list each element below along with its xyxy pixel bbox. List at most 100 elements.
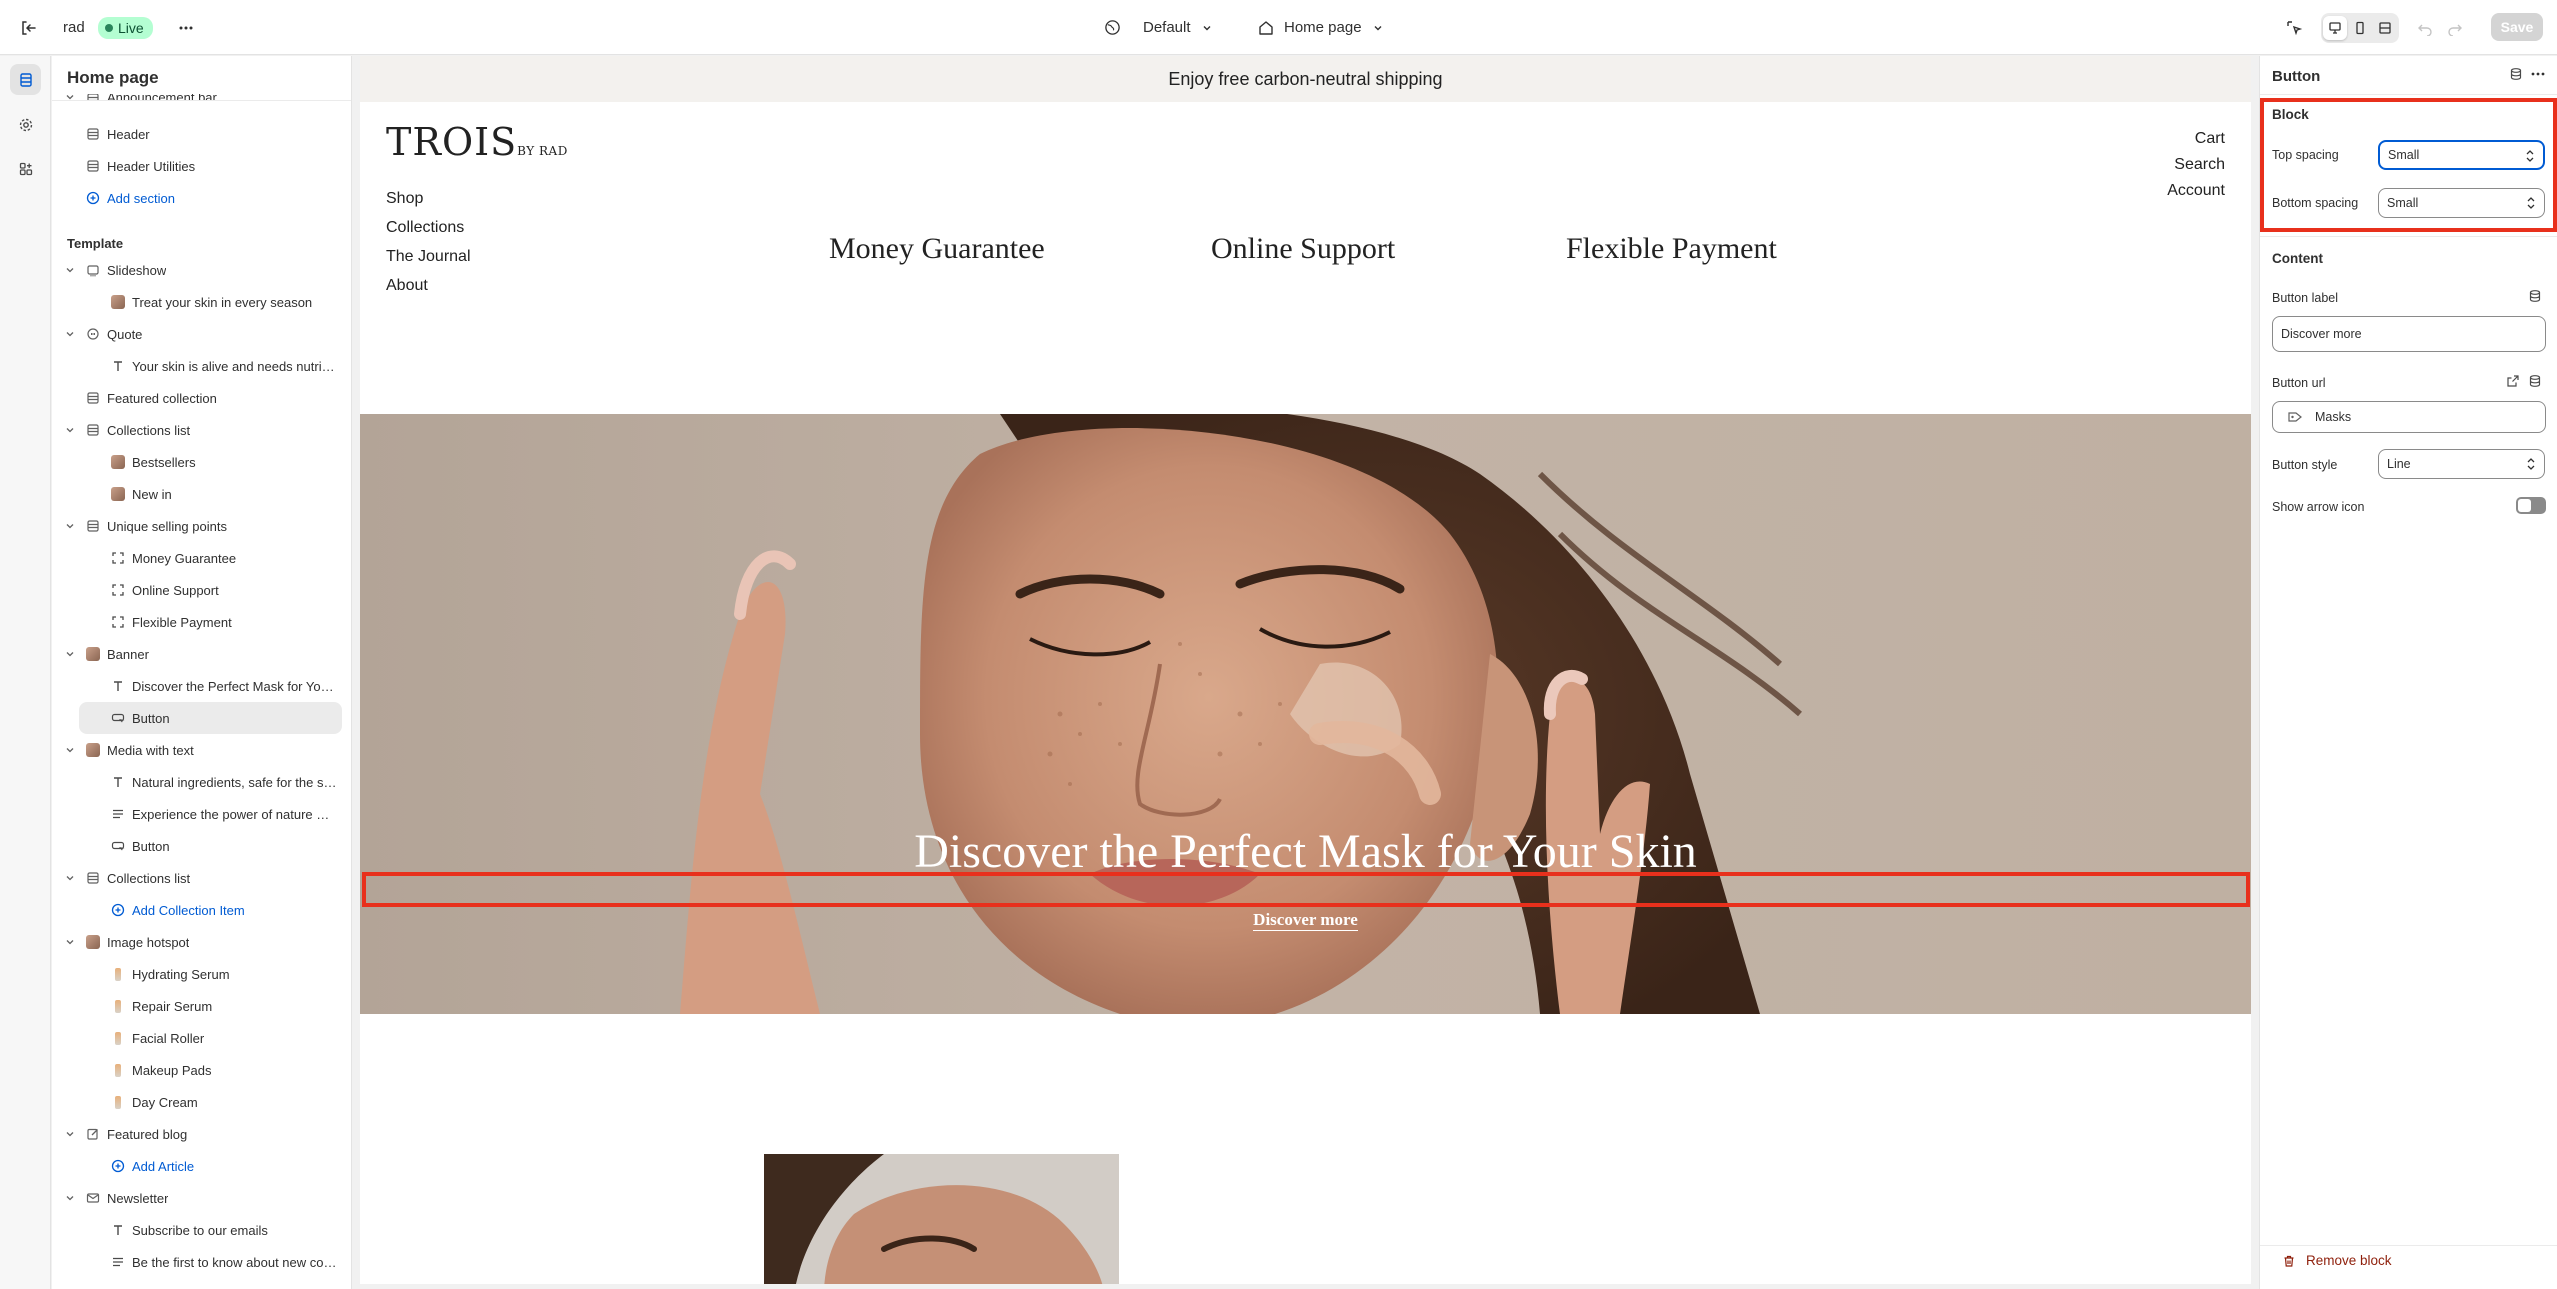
nav-link-cart[interactable]: Cart — [2195, 130, 2225, 148]
button-url-dynamic-source[interactable] — [2528, 374, 2542, 393]
sidebar-item-experience-the-power-of-nature-wit[interactable]: Experience the power of nature wit... — [52, 798, 351, 830]
add-item-button[interactable]: Add Article — [52, 1150, 351, 1182]
chevron-down-icon[interactable] — [64, 872, 76, 884]
store-logo[interactable]: TROISBY RAD — [386, 120, 568, 164]
sidebar-item-label: Banner — [107, 646, 149, 662]
chevron-down-icon[interactable] — [64, 648, 76, 660]
image-thumb — [85, 934, 101, 950]
dynamic-source-button[interactable] — [2509, 67, 2523, 86]
sidebar-item-money-guarantee[interactable]: Money Guarantee — [52, 542, 351, 574]
fullscreen-view-button[interactable] — [2373, 16, 2397, 40]
button-style-value: Line — [2387, 457, 2411, 471]
sections-nav-button[interactable] — [10, 64, 41, 95]
image-thumb — [85, 646, 101, 662]
add-item-button[interactable]: Add Collection Item — [52, 894, 351, 926]
nav-link-about[interactable]: About — [386, 277, 428, 295]
page-selector[interactable]: Home page — [1258, 0, 1384, 55]
banner-discover-button[interactable]: Discover more — [360, 910, 2251, 931]
sidebar-item-be-the-first-to-know-about-new-coll[interactable]: Be the first to know about new coll... — [52, 1246, 351, 1278]
sidebar-item-natural-ingredients-safe-for-the-skin[interactable]: Natural ingredients, safe for the skin — [52, 766, 351, 798]
nav-link-search[interactable]: Search — [2174, 156, 2225, 174]
redo-button[interactable] — [2447, 0, 2463, 55]
sidebar-item-label: Image hotspot — [107, 934, 190, 950]
sidebar-item-label: Header Utilities — [107, 158, 196, 174]
sidebar-item-image-hotspot[interactable]: Image hotspot — [52, 926, 351, 958]
sidebar-item-header[interactable]: Header — [52, 118, 351, 150]
sidebar-item-hydrating-serum[interactable]: Hydrating Serum — [52, 958, 351, 990]
button-label-input[interactable]: Discover more — [2272, 316, 2546, 352]
more-actions-button[interactable] — [172, 0, 200, 55]
mobile-view-button[interactable] — [2348, 16, 2372, 40]
exit-button[interactable] — [14, 0, 42, 55]
add-section-button[interactable]: Add section — [52, 182, 351, 214]
sidebar-item-button[interactable]: Button — [79, 702, 342, 734]
show-arrow-toggle[interactable] — [2516, 497, 2546, 514]
paragraph-icon — [110, 1254, 126, 1270]
button-label-dynamic-source[interactable] — [2528, 289, 2542, 308]
sidebar-item-online-support[interactable]: Online Support — [52, 574, 351, 606]
banner-section[interactable]: Discover the Perfect Mask for Your Skin … — [360, 414, 2251, 1014]
chevron-down-icon[interactable] — [64, 520, 76, 532]
settings-more-button[interactable] — [2530, 67, 2546, 86]
sidebar-item-subscribe-to-our-emails[interactable]: Subscribe to our emails — [52, 1214, 351, 1246]
open-url-button[interactable] — [2506, 374, 2520, 393]
left-rail — [0, 56, 51, 1289]
sidebar-item-featured-collection[interactable]: Featured collection — [52, 382, 351, 414]
chevron-down-icon[interactable] — [64, 1128, 76, 1140]
theme-selector[interactable]: Default — [1104, 0, 1213, 55]
sidebar-item-label: Makeup Pads — [132, 1062, 212, 1078]
trash-icon — [2284, 1255, 2294, 1267]
section-icon — [85, 870, 101, 886]
nav-link-collections[interactable]: Collections — [386, 219, 464, 237]
chevron-down-icon[interactable] — [64, 264, 76, 276]
sidebar-item-header-utilities[interactable]: Header Utilities — [52, 150, 351, 182]
chevron-down-icon[interactable] — [64, 424, 76, 436]
sidebar-item-label: Header — [107, 126, 150, 142]
sidebar-item-label: Media with text — [107, 742, 194, 758]
sidebar-item-banner[interactable]: Banner — [52, 638, 351, 670]
sidebar-item-your-skin-is-alive-and-needs-nutritio[interactable]: Your skin is alive and needs nutritio... — [52, 350, 351, 382]
sidebar-item-day-cream[interactable]: Day Cream — [52, 1086, 351, 1118]
chevron-down-icon[interactable] — [64, 328, 76, 340]
sidebar-item-collections-list[interactable]: Collections list — [52, 414, 351, 446]
sidebar-item-button[interactable]: Button — [52, 830, 351, 862]
theme-settings-nav-button[interactable] — [10, 109, 41, 140]
sidebar-item-label: Be the first to know about new coll... — [132, 1254, 338, 1270]
sidebar-item-collections-list[interactable]: Collections list — [52, 862, 351, 894]
sidebar-item-new-in[interactable]: New in — [52, 478, 351, 510]
sidebar-item-media-with-text[interactable]: Media with text — [52, 734, 351, 766]
undo-button[interactable] — [2417, 0, 2433, 55]
sidebar-item-facial-roller[interactable]: Facial Roller — [52, 1022, 351, 1054]
announcement-bar[interactable]: Enjoy free carbon-neutral shipping — [360, 56, 2251, 102]
sidebar-item-featured-blog[interactable]: Featured blog — [52, 1118, 351, 1150]
sidebar-item-treat-your-skin-in-every-season[interactable]: Treat your skin in every season — [52, 286, 351, 318]
sidebar-item-flexible-payment[interactable]: Flexible Payment — [52, 606, 351, 638]
sidebar-item-discover-the-perfect-mask-for-your[interactable]: Discover the Perfect Mask for Your... — [52, 670, 351, 702]
chevron-down-icon[interactable] — [64, 744, 76, 756]
inspector-button[interactable] — [2280, 0, 2308, 55]
theme-label: Default — [1143, 19, 1191, 36]
remove-block-button[interactable]: Remove block — [2282, 1253, 2392, 1268]
nav-link-journal[interactable]: The Journal — [386, 248, 471, 266]
save-button[interactable]: Save — [2491, 13, 2543, 41]
sidebar-item-label: Your skin is alive and needs nutritio... — [132, 358, 338, 374]
show-arrow-label: Show arrow icon — [2272, 500, 2365, 514]
desktop-view-button[interactable] — [2323, 16, 2348, 40]
chevron-down-icon[interactable] — [64, 1192, 76, 1204]
sidebar-item-repair-serum[interactable]: Repair Serum — [52, 990, 351, 1022]
nav-link-shop[interactable]: Shop — [386, 190, 423, 208]
chevron-down-icon[interactable] — [64, 936, 76, 948]
product-thumb — [110, 1062, 126, 1078]
sidebar-item-quote[interactable]: Quote — [52, 318, 351, 350]
button-style-select[interactable]: Line — [2378, 449, 2545, 479]
nav-link-account[interactable]: Account — [2167, 182, 2225, 200]
button-url-input[interactable]: Masks — [2272, 401, 2546, 433]
sidebar-item-slideshow[interactable]: Slideshow — [52, 254, 351, 286]
sidebar-item-makeup-pads[interactable]: Makeup Pads — [52, 1054, 351, 1086]
sidebar-item-unique-selling-points[interactable]: Unique selling points — [52, 510, 351, 542]
select-arrows-icon — [2527, 458, 2535, 470]
logo-main: TROIS — [386, 120, 518, 164]
sidebar-item-newsletter[interactable]: Newsletter — [52, 1182, 351, 1214]
sidebar-item-bestsellers[interactable]: Bestsellers — [52, 446, 351, 478]
apps-nav-button[interactable] — [10, 153, 41, 184]
